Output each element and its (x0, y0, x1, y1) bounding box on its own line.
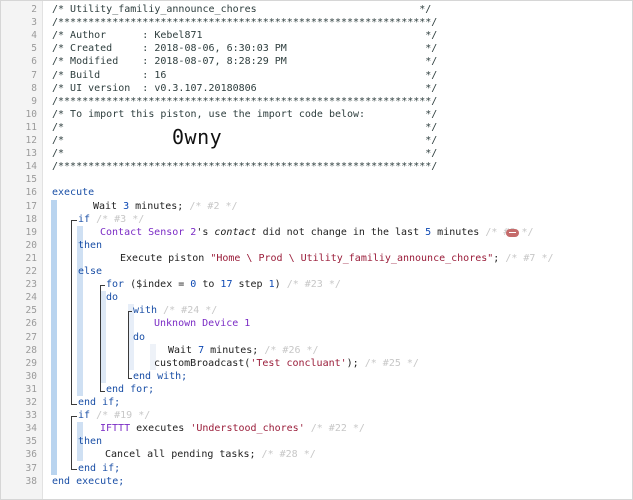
line-number: 31 (25, 383, 37, 395)
end-execute-keyword[interactable]: end execute; (52, 475, 124, 488)
code-editor: 2 /* Utility_familiy_announce_chores */ 3… (0, 0, 633, 500)
line-number: 25 (25, 305, 37, 317)
comment-line: /* Utility_familiy_announce_chores */ (52, 4, 432, 15)
line-number: 29 (25, 357, 37, 369)
comment-line: /* */ (52, 135, 438, 146)
if-statement[interactable]: if /* #19 */ (78, 409, 150, 422)
condition[interactable]: Contact Sensor 2's contact did not chang… (100, 226, 534, 239)
wait-statement[interactable]: Wait 3 minutes; /* #2 */ (93, 200, 238, 213)
comment-line: /* Author : Kebel871 */ (52, 30, 438, 42)
line-number: 23 (25, 279, 37, 291)
comment-line: /* Build : 16 */ (52, 69, 438, 81)
line-number: 22 (25, 266, 37, 277)
line-number: 8 (31, 82, 37, 94)
line-number: 28 (25, 344, 37, 356)
line-number: 3 (31, 17, 37, 29)
line-number: 32 (25, 397, 37, 408)
line-number: 20 (25, 239, 37, 251)
end-for-keyword[interactable]: end for; (106, 383, 154, 396)
line-number: 2 (31, 4, 37, 15)
line-number: 11 (25, 121, 37, 133)
line-number: 14 (25, 161, 37, 173)
line-number: 34 (25, 423, 37, 435)
remove-condition-icon[interactable] (506, 228, 519, 237)
comment-line: /* To import this piston, use the import… (52, 108, 438, 120)
comment-line: /* UI version : v0.3.107.20180806 */ (52, 82, 438, 94)
for-statement[interactable]: for ($index = 0 to 17 step 1) /* #23 */ (106, 278, 341, 291)
line-number: 26 (25, 318, 37, 330)
comment-line: /***************************************… (52, 161, 438, 173)
execute-piston-statement[interactable]: Execute piston "Home \ Prod \ Utility_fa… (120, 252, 554, 265)
import-code: 0wny (172, 125, 223, 149)
device-name[interactable]: Unknown Device 1 (154, 317, 250, 330)
line-number: 17 (25, 200, 37, 212)
line-number: 36 (25, 449, 37, 461)
end-if-keyword[interactable]: end if; (78, 396, 120, 409)
then-keyword[interactable]: then (78, 239, 102, 252)
broadcast-statement[interactable]: customBroadcast('Test concluant'); /* #2… (154, 357, 419, 370)
line-number: 35 (25, 436, 37, 448)
comment-line: /* */ (52, 121, 438, 133)
line-number: 33 (25, 410, 37, 422)
line-number: 37 (25, 462, 37, 474)
else-keyword[interactable]: else (78, 265, 102, 278)
comment-line: /* */ (52, 148, 438, 160)
ifttt-condition[interactable]: IFTTT executes 'Understood_chores' /* #2… (100, 422, 365, 435)
comment-line: /***************************************… (52, 95, 438, 107)
cancel-statement[interactable]: Cancel all pending tasks; /* #28 */ (105, 448, 316, 461)
line-number: 15 (25, 174, 37, 186)
end-if-keyword[interactable]: end if; (78, 462, 120, 475)
line-number: 10 (25, 108, 37, 120)
do-keyword[interactable]: do (106, 291, 118, 304)
line-number: 9 (31, 95, 37, 107)
execute-keyword[interactable]: execute (52, 186, 94, 199)
line-number: 19 (25, 226, 37, 238)
line-number: 12 (25, 135, 37, 146)
line-number: 27 (25, 331, 37, 343)
line-number: 24 (25, 292, 37, 304)
line-number: 18 (25, 213, 37, 225)
comment-line: /***************************************… (52, 17, 438, 29)
end-with-keyword[interactable]: end with; (133, 370, 187, 383)
line-number: 4 (31, 30, 37, 42)
then-keyword[interactable]: then (78, 435, 102, 448)
comment-line: /* Created : 2018-08-06, 6:30:03 PM */ (52, 43, 438, 55)
line-number: 16 (25, 187, 37, 199)
line-number: 7 (31, 69, 37, 81)
comment-line: /* Modified : 2018-08-07, 8:28:29 PM */ (52, 56, 438, 68)
line-number: 13 (25, 148, 37, 160)
line-number: 38 (25, 475, 37, 487)
wait-statement[interactable]: Wait 7 minutes; /* #26 */ (168, 344, 319, 357)
line-number: 6 (31, 56, 37, 68)
with-statement[interactable]: with /* #24 */ (133, 304, 217, 317)
if-statement[interactable]: if /* #3 */ (78, 213, 144, 226)
do-keyword[interactable]: do (133, 331, 145, 344)
line-number: 5 (31, 43, 37, 55)
line-number: 21 (25, 252, 37, 264)
line-number: 30 (25, 370, 37, 382)
